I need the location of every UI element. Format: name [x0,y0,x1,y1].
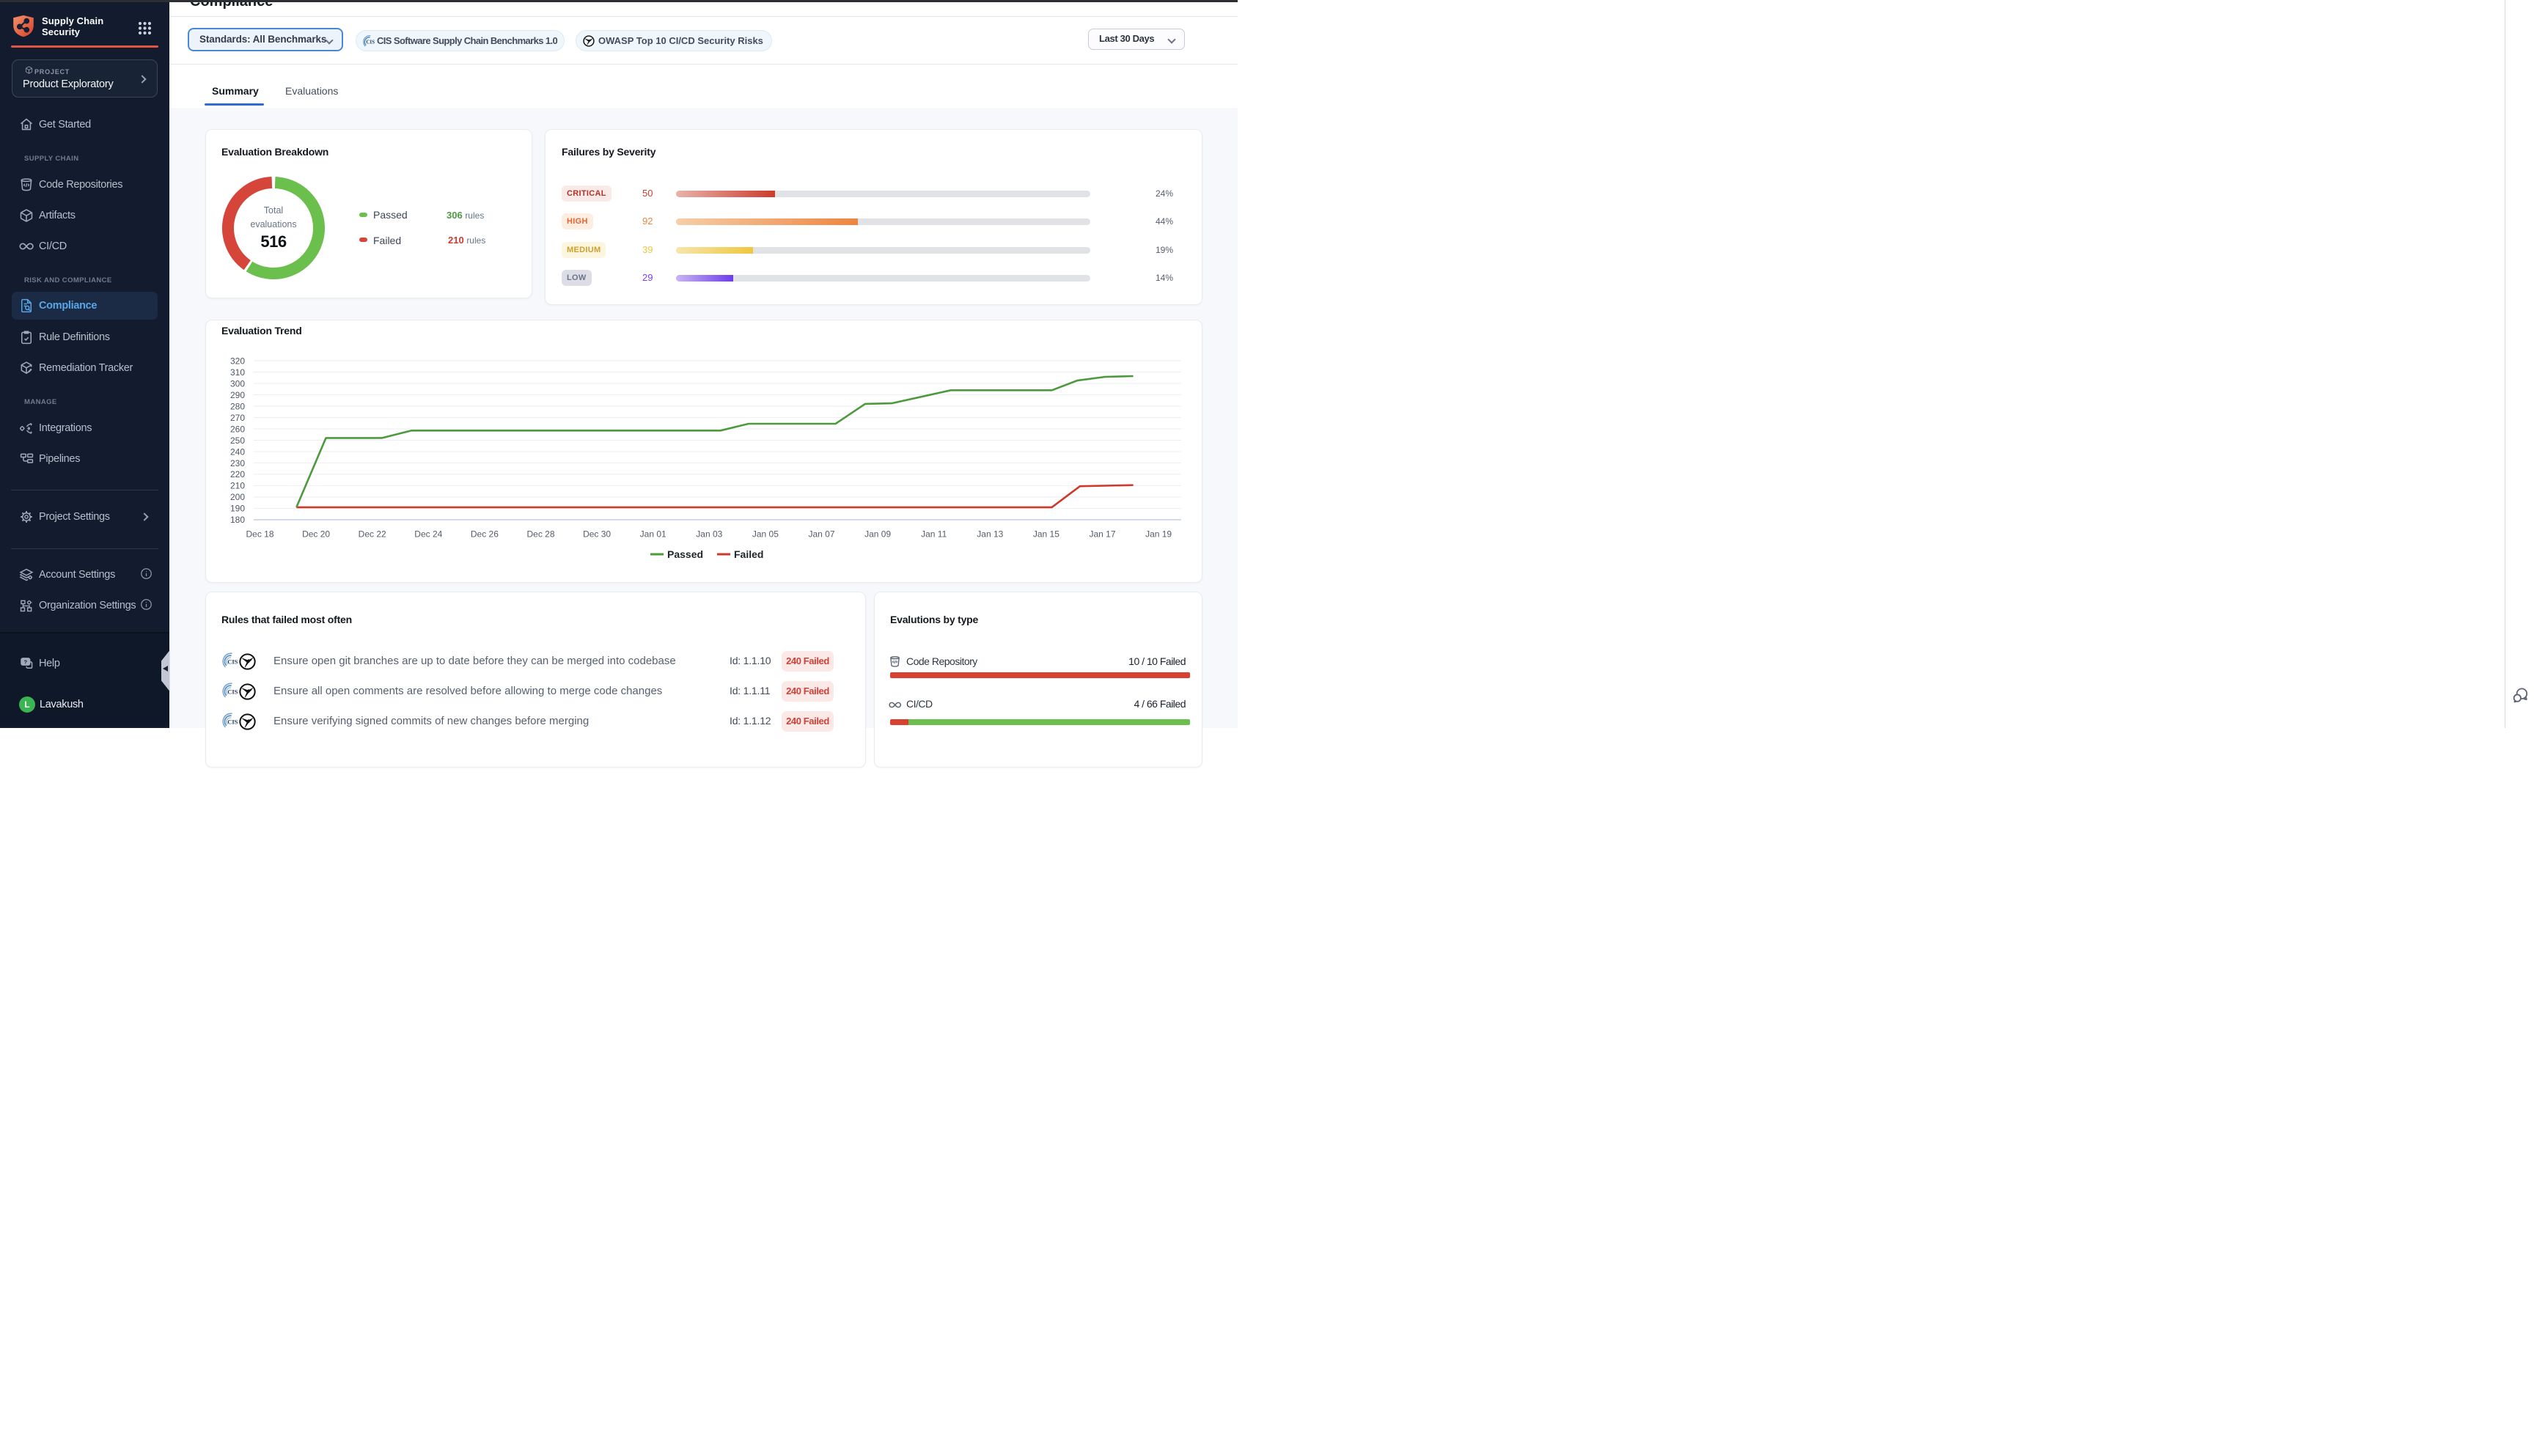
svg-text:180: 180 [230,515,245,525]
svg-text:Failed: Failed [734,548,763,560]
svg-text:Jan 13: Jan 13 [977,529,1003,540]
svg-text:Jan 01: Jan 01 [640,529,666,540]
svg-text:CIS: CIS [227,688,238,695]
svg-text:Dec 20: Dec 20 [302,529,330,540]
svg-text:280: 280 [230,401,245,411]
svg-text:Jan 09: Jan 09 [864,529,891,540]
svg-text:220: 220 [230,469,245,479]
svg-text:CIS: CIS [227,658,238,665]
svg-text:Jan 17: Jan 17 [1089,529,1115,540]
svg-text:320: 320 [230,356,245,366]
svg-text:270: 270 [230,413,245,423]
svg-text:?: ? [24,658,28,665]
svg-text:Dec 26: Dec 26 [471,529,499,540]
svg-text:CIS: CIS [227,718,238,725]
svg-text:200: 200 [230,492,245,502]
svg-text:260: 260 [230,424,245,434]
svg-text:230: 230 [230,458,245,468]
svg-text:Jan 03: Jan 03 [696,529,722,540]
svg-text:Jan 05: Jan 05 [752,529,779,540]
svg-text:240: 240 [230,446,245,457]
svg-text:Dec 22: Dec 22 [359,529,386,540]
svg-text:250: 250 [230,435,245,446]
svg-text:310: 310 [230,367,245,378]
svg-text:Jan 19: Jan 19 [1145,529,1172,540]
svg-text:300: 300 [230,378,245,389]
svg-text:Dec 18: Dec 18 [246,529,273,540]
svg-text:Jan 15: Jan 15 [1033,529,1059,540]
svg-text:190: 190 [230,504,245,514]
svg-text:Dec 30: Dec 30 [583,529,611,540]
svg-text:Jan 07: Jan 07 [808,529,834,540]
svg-text:210: 210 [230,481,245,491]
svg-text:Passed: Passed [667,548,703,560]
svg-text:Dec 24: Dec 24 [414,529,442,540]
svg-text:Dec 28: Dec 28 [526,529,554,540]
svg-text:Jan 11: Jan 11 [921,529,947,540]
svg-text:290: 290 [230,390,245,400]
svg-text:CIS: CIS [366,40,375,45]
